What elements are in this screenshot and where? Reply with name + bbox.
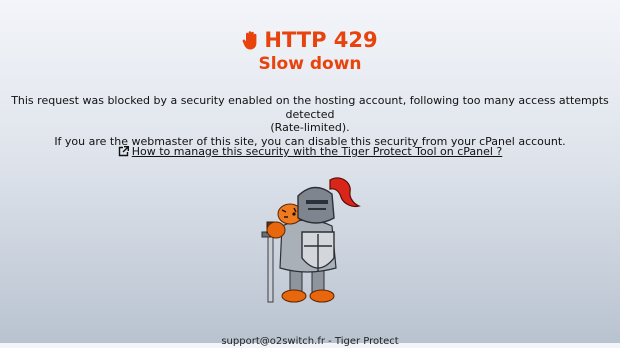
title-text: HTTP 429 bbox=[264, 28, 378, 52]
page-subtitle: Slow down bbox=[258, 54, 362, 74]
message-line-1: This request was blocked by a security e… bbox=[11, 94, 609, 121]
tiger-knight-mascot bbox=[252, 176, 368, 308]
help-link[interactable]: How to manage this security with the Tig… bbox=[132, 145, 503, 158]
external-link-icon bbox=[118, 146, 129, 161]
help-link-row: How to manage this security with the Tig… bbox=[0, 145, 620, 161]
page-title: HTTP 429 bbox=[0, 28, 620, 55]
message-line-2: (Rate-limited). bbox=[270, 121, 350, 134]
block-message: This request was blocked by a security e… bbox=[0, 94, 620, 148]
raised-hand-icon bbox=[242, 30, 260, 55]
footer-text: support@o2switch.fr - Tiger Protect bbox=[221, 336, 399, 347]
